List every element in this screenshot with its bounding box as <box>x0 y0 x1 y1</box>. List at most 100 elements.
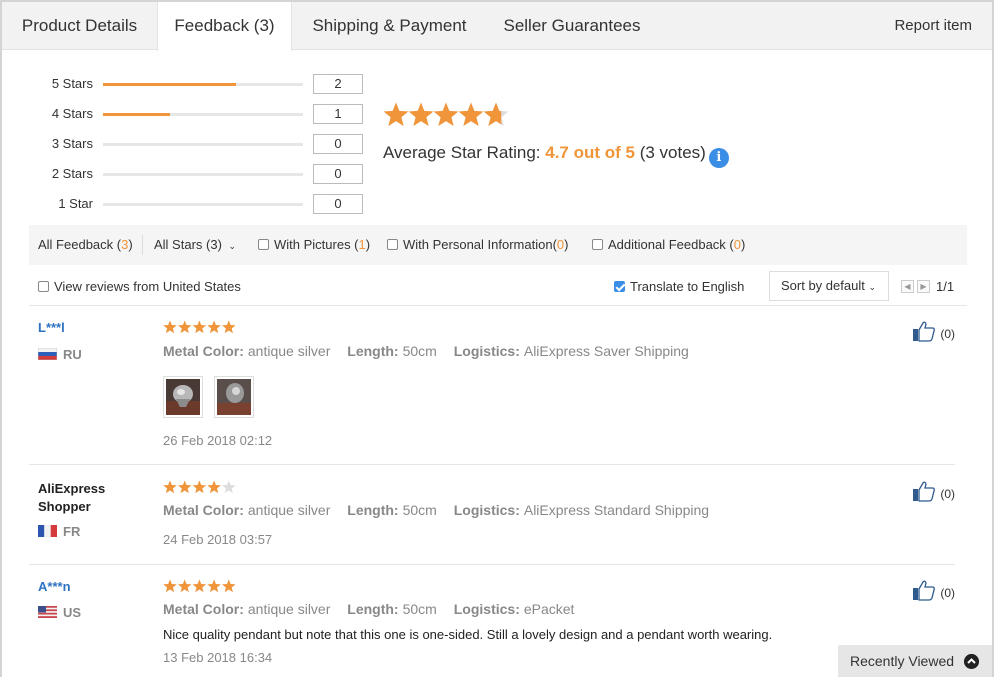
recently-viewed-label: Recently Viewed <box>850 653 955 669</box>
tab-bar: Product Details Feedback (3) Shipping & … <box>2 2 992 51</box>
additional-feedback-checkbox[interactable] <box>592 239 603 250</box>
review-item: L***l RU Metal Color: antique silver Leng… <box>29 320 955 465</box>
star-icon-filled <box>207 320 221 334</box>
rating-bar-track <box>103 173 303 176</box>
with-pictures-checkbox[interactable] <box>258 239 269 250</box>
filter-all-stars-label: All Stars (3) <box>154 237 222 252</box>
fr-flag-icon <box>38 525 57 537</box>
thumbs-up-icon <box>913 481 936 502</box>
thumbs-up-icon <box>913 321 936 342</box>
with-pictures-label: With Pictures ( <box>274 237 359 252</box>
review-date: 24 Feb 2018 03:57 <box>163 532 273 547</box>
rating-histogram-row: 5 Stars 2 <box>0 74 370 94</box>
rating-bar-fill <box>103 83 237 86</box>
recently-viewed-button[interactable]: Recently Viewed <box>838 645 992 677</box>
rating-bar-track <box>103 143 303 146</box>
reviewer-name: AliExpress Shopper <box>38 480 105 516</box>
logistics-label: Logistics: <box>453 601 520 617</box>
additional-feedback-count: 0 <box>733 237 741 252</box>
additional-feedback-label: Additional Feedback ( <box>608 237 734 252</box>
us-flag-icon <box>38 606 57 618</box>
star-icon-filled <box>222 579 236 593</box>
average-score: 4.7 out of 5 <box>545 143 635 162</box>
filter-additional-feedback[interactable]: Additional Feedback (0) <box>592 237 745 252</box>
page-indicator: 1/1 <box>936 279 955 294</box>
reviewer-country: FR <box>38 524 80 539</box>
star-icon-filled <box>178 320 192 334</box>
review-properties: Metal Color: antique silver Length: 50cm L… <box>163 343 689 359</box>
filter-with-pictures[interactable]: With Pictures (1) <box>258 237 370 252</box>
filter-with-personal-info[interactable]: With Personal Information(0) <box>387 237 568 252</box>
helpful-vote[interactable]: (0) <box>912 480 955 502</box>
translate-checkbox[interactable] <box>614 281 625 292</box>
length-label: Length: <box>347 343 399 359</box>
divider <box>142 235 143 255</box>
tab-product-details[interactable]: Product Details <box>2 2 157 50</box>
helpful-count: (0) <box>940 586 955 600</box>
logistics-value: AliExpress Saver Shipping <box>523 343 689 359</box>
reviewer-country: RU <box>38 347 82 362</box>
translate-option[interactable]: Translate to English <box>614 279 744 294</box>
length-value: 50cm <box>402 502 437 518</box>
chevron-down-icon: ⌄ <box>868 282 876 292</box>
ru-flag-icon <box>38 348 57 360</box>
chevron-up-icon <box>964 654 979 669</box>
review-photo-thumbnail[interactable] <box>163 376 203 418</box>
paren: ) <box>564 237 569 252</box>
prev-page-button[interactable]: ◀ <box>901 280 914 293</box>
rating-bar-track <box>103 113 303 116</box>
filter-all-feedback[interactable]: All Feedback (3) <box>38 237 133 252</box>
view-us-reviews-label: View reviews from United States <box>54 279 241 294</box>
with-personal-info-checkbox[interactable] <box>387 239 398 250</box>
sort-label: Sort by default <box>781 278 865 293</box>
average-label: Average Star Rating: <box>383 143 541 162</box>
reviewer-name[interactable]: L***l <box>38 320 65 335</box>
star-icon-filled <box>408 102 434 127</box>
rating-bar-track <box>103 83 303 86</box>
view-us-reviews-option[interactable]: View reviews from United States <box>38 279 241 294</box>
tab-feedback[interactable]: Feedback (3) <box>157 2 292 51</box>
view-us-reviews-checkbox[interactable] <box>38 281 49 292</box>
review-photo-thumbnail[interactable] <box>214 376 254 418</box>
star-icon-filled <box>178 579 192 593</box>
helpful-count: (0) <box>940 487 955 501</box>
rating-histogram-row: 3 Stars 0 <box>0 134 370 154</box>
logistics-label: Logistics: <box>453 343 520 359</box>
star-icon <box>222 480 236 494</box>
thumbs-up-icon <box>913 580 936 601</box>
star-icon-filled <box>207 480 221 494</box>
star-icon-filled <box>222 320 236 334</box>
star-level-label: 4 Stars <box>51 106 93 121</box>
filter-all-stars-dropdown[interactable]: All Stars (3) ⌄ <box>154 237 236 252</box>
logistics-label: Logistics: <box>453 502 520 518</box>
reviewer-name[interactable]: A***n <box>38 579 71 594</box>
with-pictures-count: 1 <box>358 237 366 252</box>
paren: ) <box>740 237 746 252</box>
sort-dropdown[interactable]: Sort by default ⌄ <box>769 271 889 301</box>
length-label: Length: <box>347 502 399 518</box>
country-code: US <box>63 605 82 620</box>
star-icon-filled <box>433 102 459 127</box>
vote-count: (3 votes) <box>639 143 706 162</box>
rating-count-box: 1 <box>313 104 363 124</box>
info-icon[interactable]: i <box>708 148 729 168</box>
review-stars <box>163 579 236 593</box>
next-page-button[interactable]: ▶ <box>917 280 930 293</box>
country-code: FR <box>63 524 81 539</box>
star-icon-filled <box>192 579 207 593</box>
tab-seller-guarantees[interactable]: Seller Guarantees <box>487 2 657 50</box>
rating-count-box: 0 <box>313 164 363 184</box>
star-level-label: 2 Stars <box>51 166 93 181</box>
report-item-link[interactable]: Report item <box>894 2 972 50</box>
tab-shipping-payment[interactable]: Shipping & Payment <box>292 2 487 50</box>
helpful-vote[interactable]: (0) <box>912 579 955 601</box>
average-rating-text: Average Star Rating: 4.7 out of 5 (3 vot… <box>383 143 729 168</box>
rating-bar-track <box>103 203 303 206</box>
metal-color-label: Metal Color: <box>163 502 244 518</box>
length-label: Length: <box>347 601 399 617</box>
star-icon-filled <box>163 480 177 494</box>
star-icon-filled <box>178 480 192 494</box>
review-date: 13 Feb 2018 16:34 <box>163 650 273 665</box>
review-photo <box>217 379 251 415</box>
helpful-vote[interactable]: (0) <box>912 320 955 342</box>
